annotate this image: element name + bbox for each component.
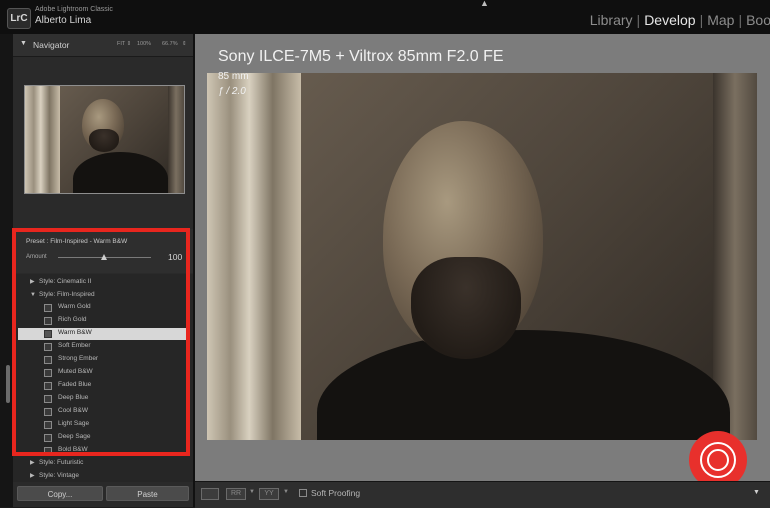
preset-item[interactable]: Strong Ember — [18, 354, 188, 366]
main-photo[interactable] — [207, 73, 757, 440]
user-name[interactable]: Alberto Lima — [35, 15, 91, 26]
zoom-100[interactable]: 100% — [137, 41, 151, 47]
aperture: ƒ / 2.0 — [218, 86, 246, 97]
dropdown-arrow-icon[interactable]: ▼ — [249, 489, 255, 495]
expand-triangle-icon[interactable]: ▶ — [30, 459, 39, 466]
navigator-title: Navigator — [33, 40, 70, 50]
preset-icon — [44, 382, 52, 390]
preset-item-selected[interactable]: Warm B&W — [18, 328, 188, 340]
preset-item[interactable]: Bold B&W — [18, 445, 188, 457]
preset-item[interactable]: Warm Gold — [18, 302, 188, 314]
collapse-triangle-icon[interactable]: ▼ — [30, 292, 39, 298]
preset-group-film-inspired[interactable]: ▼ Style: Film-Inspired — [30, 291, 95, 298]
module-picker: Library | Develop | Map | Boo — [587, 12, 770, 28]
expand-triangle-icon[interactable]: ▶ — [30, 278, 39, 285]
preset-item[interactable]: Soft Ember — [18, 341, 188, 353]
focal-length: 85 mm — [218, 71, 249, 82]
preset-amount-panel — [13, 229, 193, 273]
module-map[interactable]: Map — [704, 12, 737, 28]
module-library[interactable]: Library — [587, 12, 636, 28]
swap-button[interactable]: YY — [259, 488, 279, 500]
copy-button[interactable]: Copy... — [17, 486, 103, 501]
preset-icon — [44, 330, 52, 338]
amount-value[interactable]: 100 — [168, 252, 182, 262]
preset-item[interactable]: Deep Sage — [18, 432, 188, 444]
preset-item[interactable]: Muted B&W — [18, 367, 188, 379]
preset-icon — [44, 408, 52, 416]
module-develop[interactable]: Develop — [641, 12, 698, 28]
left-panel-edge — [0, 34, 13, 507]
preset-label: Preset : Film-Inspired - Warm B&W — [26, 238, 128, 245]
navigator-preview[interactable] — [24, 85, 185, 194]
zoom-menu[interactable]: ⇕ — [182, 41, 187, 47]
logo-badge-inner-ring — [707, 449, 729, 471]
preset-icon — [44, 395, 52, 403]
toolbar-menu-icon[interactable]: ▼ — [753, 489, 760, 496]
preset-group-futuristic[interactable]: ▶ Style: Futuristic — [30, 459, 83, 466]
preset-icon — [44, 356, 52, 364]
module-book[interactable]: Boo — [743, 12, 770, 28]
preset-item[interactable]: Deep Blue — [18, 393, 188, 405]
preset-icon — [44, 421, 52, 429]
preset-icon — [44, 447, 52, 455]
preset-icon — [44, 369, 52, 377]
zoom-66[interactable]: 66.7% — [162, 41, 178, 47]
paste-button[interactable]: Paste — [106, 486, 189, 501]
soft-proofing-checkbox[interactable] — [299, 489, 307, 497]
photo-camera-lens: Sony ILCE-7M5 + Viltrox 85mm F2.0 FE — [218, 48, 504, 65]
soft-proofing-label[interactable]: Soft Proofing — [311, 488, 360, 498]
preset-icon — [44, 317, 52, 325]
preset-icon — [44, 434, 52, 442]
amount-label: Amount — [26, 254, 47, 260]
preset-item[interactable]: Cool B&W — [18, 406, 188, 418]
amount-slider-thumb[interactable] — [101, 254, 107, 260]
app-name: Adobe Lightroom Classic — [35, 6, 113, 13]
preset-item[interactable]: Rich Gold — [18, 315, 188, 327]
dropdown-arrow-icon[interactable]: ▼ — [283, 489, 289, 495]
preset-group-vintage[interactable]: ▶ Style: Vintage — [30, 472, 79, 479]
panel-toggle-arrow-icon[interactable]: ▲ — [480, 0, 489, 8]
loupe-view-icon[interactable] — [201, 488, 219, 500]
preset-group-cinematic[interactable]: ▶ Style: Cinematic II — [30, 278, 91, 285]
preset-item[interactable]: Faded Blue — [18, 380, 188, 392]
left-panel-collapse-handle[interactable] — [6, 365, 10, 403]
collapse-triangle-icon[interactable]: ▼ — [20, 40, 27, 47]
preset-icon — [44, 343, 52, 351]
before-after-button[interactable]: RR — [226, 488, 246, 500]
expand-triangle-icon[interactable]: ▶ — [30, 472, 39, 479]
bottom-toolbar — [195, 481, 770, 508]
zoom-fit[interactable]: FIT ⇕ — [117, 41, 131, 47]
preset-icon — [44, 304, 52, 312]
preset-item[interactable]: Light Sage — [18, 419, 188, 431]
lightroom-logo: LrC — [7, 8, 31, 29]
